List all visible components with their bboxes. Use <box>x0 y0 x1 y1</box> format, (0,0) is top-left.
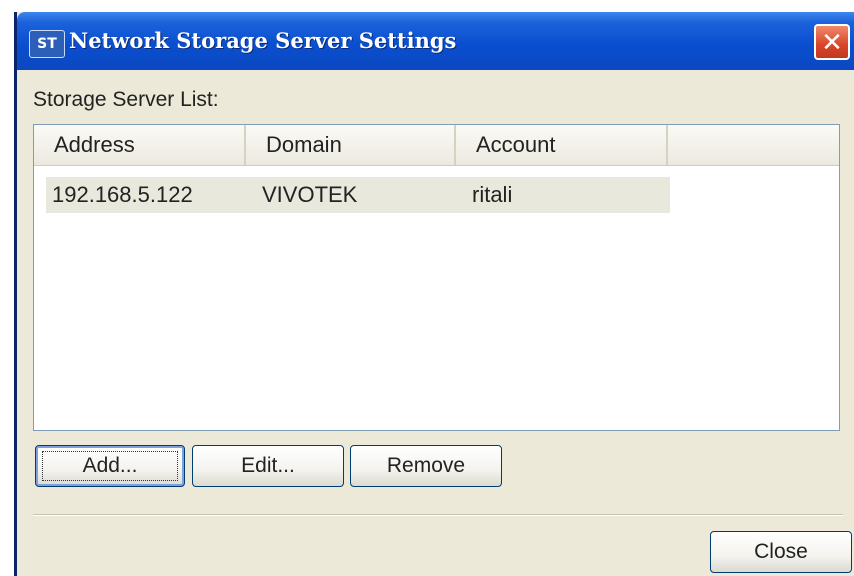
column-header-address[interactable]: Address <box>34 125 246 165</box>
close-button-label: Close <box>754 540 808 563</box>
column-header-domain[interactable]: Domain <box>246 125 456 165</box>
cell-address: 192.168.5.122 <box>52 182 193 207</box>
remove-button[interactable]: Remove <box>350 445 502 487</box>
storage-server-list-label: Storage Server List: <box>33 88 219 111</box>
close-window-icon[interactable]: ✕ <box>814 24 850 60</box>
cell-account: ritali <box>472 182 513 207</box>
focus-ring <box>42 451 178 481</box>
add-button[interactable]: Add... <box>35 445 185 487</box>
storage-server-list[interactable]: Address Domain Account 192.168.5.122 VIV… <box>33 124 840 431</box>
cell-domain: VIVOTEK <box>262 182 358 207</box>
edit-button[interactable]: Edit... <box>192 445 344 487</box>
title-bar[interactable]: ST Network Storage Server Settings ✕ <box>17 12 854 70</box>
settings-dialog: ST Network Storage Server Settings ✕ Sto… <box>14 12 854 576</box>
app-icon: ST <box>29 30 65 58</box>
remove-button-label: Remove <box>386 454 466 477</box>
window-title: Network Storage Server Settings <box>69 28 457 53</box>
edit-button-label: Edit... <box>241 454 295 477</box>
close-button[interactable]: Close <box>710 531 852 573</box>
separator-line <box>33 514 843 516</box>
list-header: Address Domain Account <box>34 125 839 166</box>
column-header-account[interactable]: Account <box>456 125 668 165</box>
list-row[interactable]: 192.168.5.122 VIVOTEK ritali <box>46 177 670 213</box>
